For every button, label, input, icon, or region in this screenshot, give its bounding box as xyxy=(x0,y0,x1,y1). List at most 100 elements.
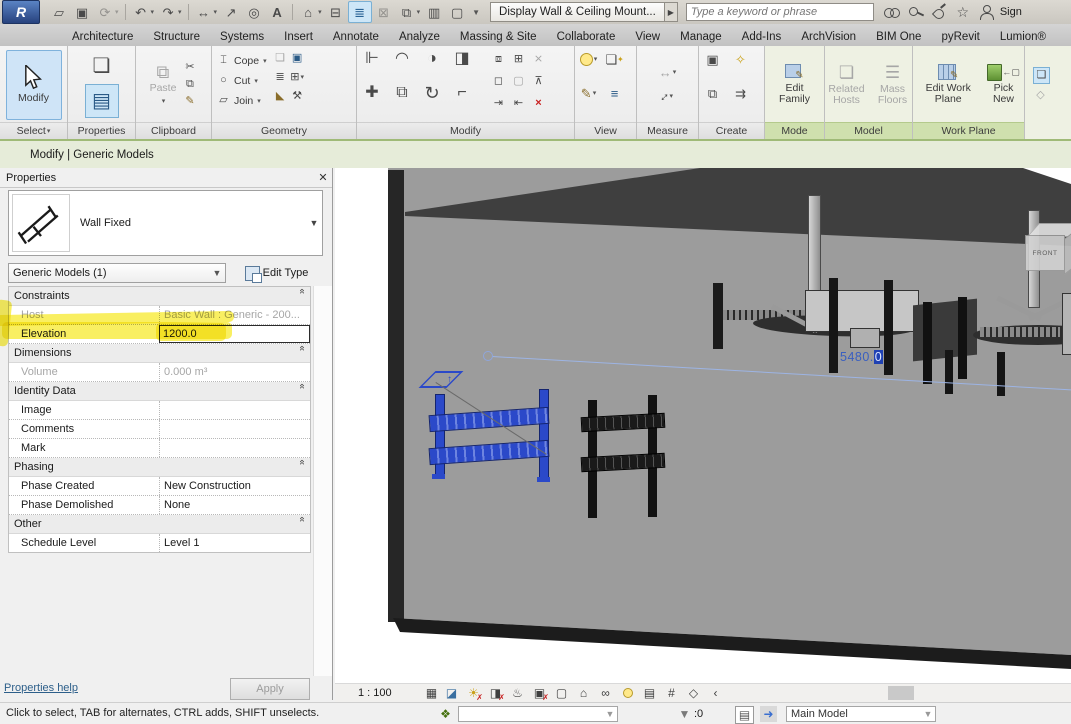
visual-style-icon[interactable]: ◪ xyxy=(443,685,460,701)
reference-point[interactable] xyxy=(483,351,493,361)
group-header-dimensions[interactable]: Dimensions « xyxy=(9,344,310,363)
tab-view[interactable]: View xyxy=(625,28,670,46)
collapse-icon[interactable]: « xyxy=(297,516,308,532)
ceiling-mount-arm[interactable] xyxy=(980,327,1060,337)
measure-icon[interactable]: ↔ ▾ xyxy=(193,2,220,22)
elevation-input[interactable]: 1200.0 xyxy=(159,325,310,343)
reveal-hidden-elements-icon[interactable] xyxy=(619,685,636,701)
lock-3d-view-icon[interactable]: ⌂ xyxy=(575,685,592,701)
customize-qat-icon[interactable]: ▼ xyxy=(469,2,482,22)
undo-icon[interactable]: ↶ ▾ xyxy=(130,2,157,22)
title-expand-icon[interactable]: ▶ xyxy=(664,2,678,22)
help-search-input[interactable] xyxy=(685,3,874,21)
tab-structure[interactable]: Structure xyxy=(143,28,210,46)
temporary-hide-isolate-icon[interactable]: ∞ xyxy=(597,685,614,701)
mount-rail[interactable] xyxy=(923,302,932,384)
properties-palette-header[interactable]: Properties ✕ xyxy=(0,168,332,188)
group-header-other[interactable]: Other « xyxy=(9,515,310,534)
match-type-icon[interactable]: ✎ xyxy=(182,94,197,109)
display-box[interactable] xyxy=(805,290,919,332)
align-right-icon[interactable]: ⇤ xyxy=(511,96,526,111)
cutoff-panel-icon-2[interactable]: ◇ xyxy=(1033,88,1048,103)
tab-pyrevit[interactable]: pyRevit xyxy=(931,28,989,46)
signin-label[interactable]: Sign xyxy=(1000,6,1022,18)
demolish-hammer-icon[interactable]: ⚒ xyxy=(290,89,305,104)
properties-help-link[interactable]: Properties help xyxy=(4,682,78,694)
tab-architecture[interactable]: Architecture xyxy=(62,28,143,46)
worksets-select[interactable]: ▼ xyxy=(458,706,618,722)
tab-manage[interactable]: Manage xyxy=(670,28,732,46)
properties-palette-icon[interactable]: ▤ xyxy=(84,84,119,118)
tab-insert[interactable]: Insert xyxy=(274,28,323,46)
tab-addins[interactable]: Add-Ins xyxy=(732,28,792,46)
collapse-arrow-icon[interactable]: ‹ xyxy=(707,685,724,701)
design-option-select[interactable]: Main Model ▼ xyxy=(786,706,936,722)
copy-to-clipboard-icon[interactable]: ⧉ xyxy=(182,77,197,92)
box-icon[interactable]: ▢ xyxy=(446,2,468,22)
key-icon[interactable] xyxy=(908,5,924,19)
mass-floors-button[interactable]: ☰ Mass Floors xyxy=(874,64,912,106)
tab-systems[interactable]: Systems xyxy=(210,28,274,46)
split-face-icon[interactable]: ◣ xyxy=(273,89,288,104)
group-header-constraints[interactable]: Constraints « xyxy=(9,287,310,306)
filter-icon[interactable]: ▼ xyxy=(676,706,693,722)
group-header-identity-data[interactable]: Identity Data « xyxy=(9,382,310,401)
pick-new-work-plane-button[interactable]: ←▢ Pick New xyxy=(987,64,1020,105)
edit-family-button[interactable]: ✎ Edit Family xyxy=(771,64,819,105)
create-assembly-icon[interactable]: ⇉ xyxy=(732,85,750,103)
view-scale-button[interactable]: 1 : 100 xyxy=(358,687,392,699)
array-icon[interactable]: ⊞ xyxy=(511,52,526,67)
hide-elements-lightbulb-icon[interactable]: ▾ xyxy=(579,51,598,69)
detail-level-icon[interactable]: ▦ xyxy=(423,685,440,701)
favorites-star-icon[interactable]: ☆ xyxy=(954,3,972,21)
palette-scrollbar[interactable] xyxy=(313,286,332,676)
tab-archvision[interactable]: ArchVision xyxy=(791,28,866,46)
rotate-icon[interactable]: ↻ xyxy=(423,84,441,102)
text-icon[interactable]: A xyxy=(266,2,288,22)
switch-windows-icon[interactable]: ⧉ ▾ xyxy=(396,2,423,22)
schedule-icon[interactable]: ▥ xyxy=(423,2,445,22)
create-similar-icon[interactable]: ✧ xyxy=(732,51,750,69)
crop-view-icon[interactable]: ▣ ✗ xyxy=(531,685,549,702)
sun-path-icon[interactable]: ☀ ✗ xyxy=(465,685,483,702)
tab-bimone[interactable]: BIM One xyxy=(866,28,931,46)
modify-button[interactable]: Modify xyxy=(5,49,62,120)
unjoin-icon[interactable]: ⊞ ▾ xyxy=(290,70,305,85)
mount-rail[interactable] xyxy=(958,297,967,379)
paste-button[interactable]: ⧉ Paste ▾ xyxy=(150,63,177,107)
mirror-pick-axis-icon[interactable]: ◑ xyxy=(423,50,441,68)
default-3d-view-icon[interactable]: ⌂ ▾ xyxy=(297,2,324,22)
edit-work-plane-button[interactable]: ✎ Edit Work Plane xyxy=(917,64,979,105)
wall-joins-icon[interactable]: ▣ xyxy=(290,51,305,66)
align-left-icon[interactable]: ⇥ xyxy=(491,96,506,111)
type-selector[interactable]: Wall Fixed ▼ xyxy=(8,190,323,256)
view-cube[interactable]: FRONT xyxy=(1023,223,1071,283)
tab-annotate[interactable]: Annotate xyxy=(323,28,389,46)
thin-lines-icon[interactable]: ≣ xyxy=(347,1,372,23)
crop-region-icon[interactable]: ▢ xyxy=(553,685,570,701)
scale-icon[interactable]: ▢ xyxy=(511,74,526,89)
type-properties-icon[interactable]: ❏ xyxy=(87,51,117,81)
panel-label-properties[interactable]: Properties xyxy=(68,122,135,139)
measure-between-icon[interactable]: ↔ ▾ xyxy=(659,64,677,82)
mount-rail[interactable] xyxy=(884,280,893,375)
shadows-icon[interactable]: ◨ ✗ xyxy=(487,685,505,702)
selected-wall-mount-rail[interactable] xyxy=(539,389,549,481)
selected-wall-mount-rail[interactable] xyxy=(435,394,445,478)
sync-icon[interactable]: ⟳ ▾ xyxy=(94,2,121,22)
ceiling-mount-wall-plate[interactable] xyxy=(713,283,723,349)
panel-label-select[interactable]: Select ▾ xyxy=(0,122,67,139)
signin-user-icon[interactable] xyxy=(979,5,994,20)
beam-joins-icon[interactable]: ≣ xyxy=(273,70,288,85)
cope-button[interactable]: ⌶ Cope ▾ xyxy=(216,51,266,70)
collapse-icon[interactable]: « xyxy=(297,459,308,475)
hide-category-icon[interactable]: ❏ ✦ xyxy=(605,51,623,69)
redo-icon[interactable]: ↷ ▾ xyxy=(157,2,184,22)
search-icon[interactable] xyxy=(883,6,900,18)
application-menu-button[interactable]: R xyxy=(2,0,40,24)
split-with-gap-icon[interactable]: ◻ xyxy=(491,74,506,89)
tab-massing-site[interactable]: Massing & Site xyxy=(450,28,547,46)
create-group-icon[interactable]: ▣ xyxy=(704,51,722,69)
displacement-sets-icon[interactable]: ◇ xyxy=(685,685,702,701)
aligned-dimension-icon[interactable]: ↗ xyxy=(220,2,242,22)
